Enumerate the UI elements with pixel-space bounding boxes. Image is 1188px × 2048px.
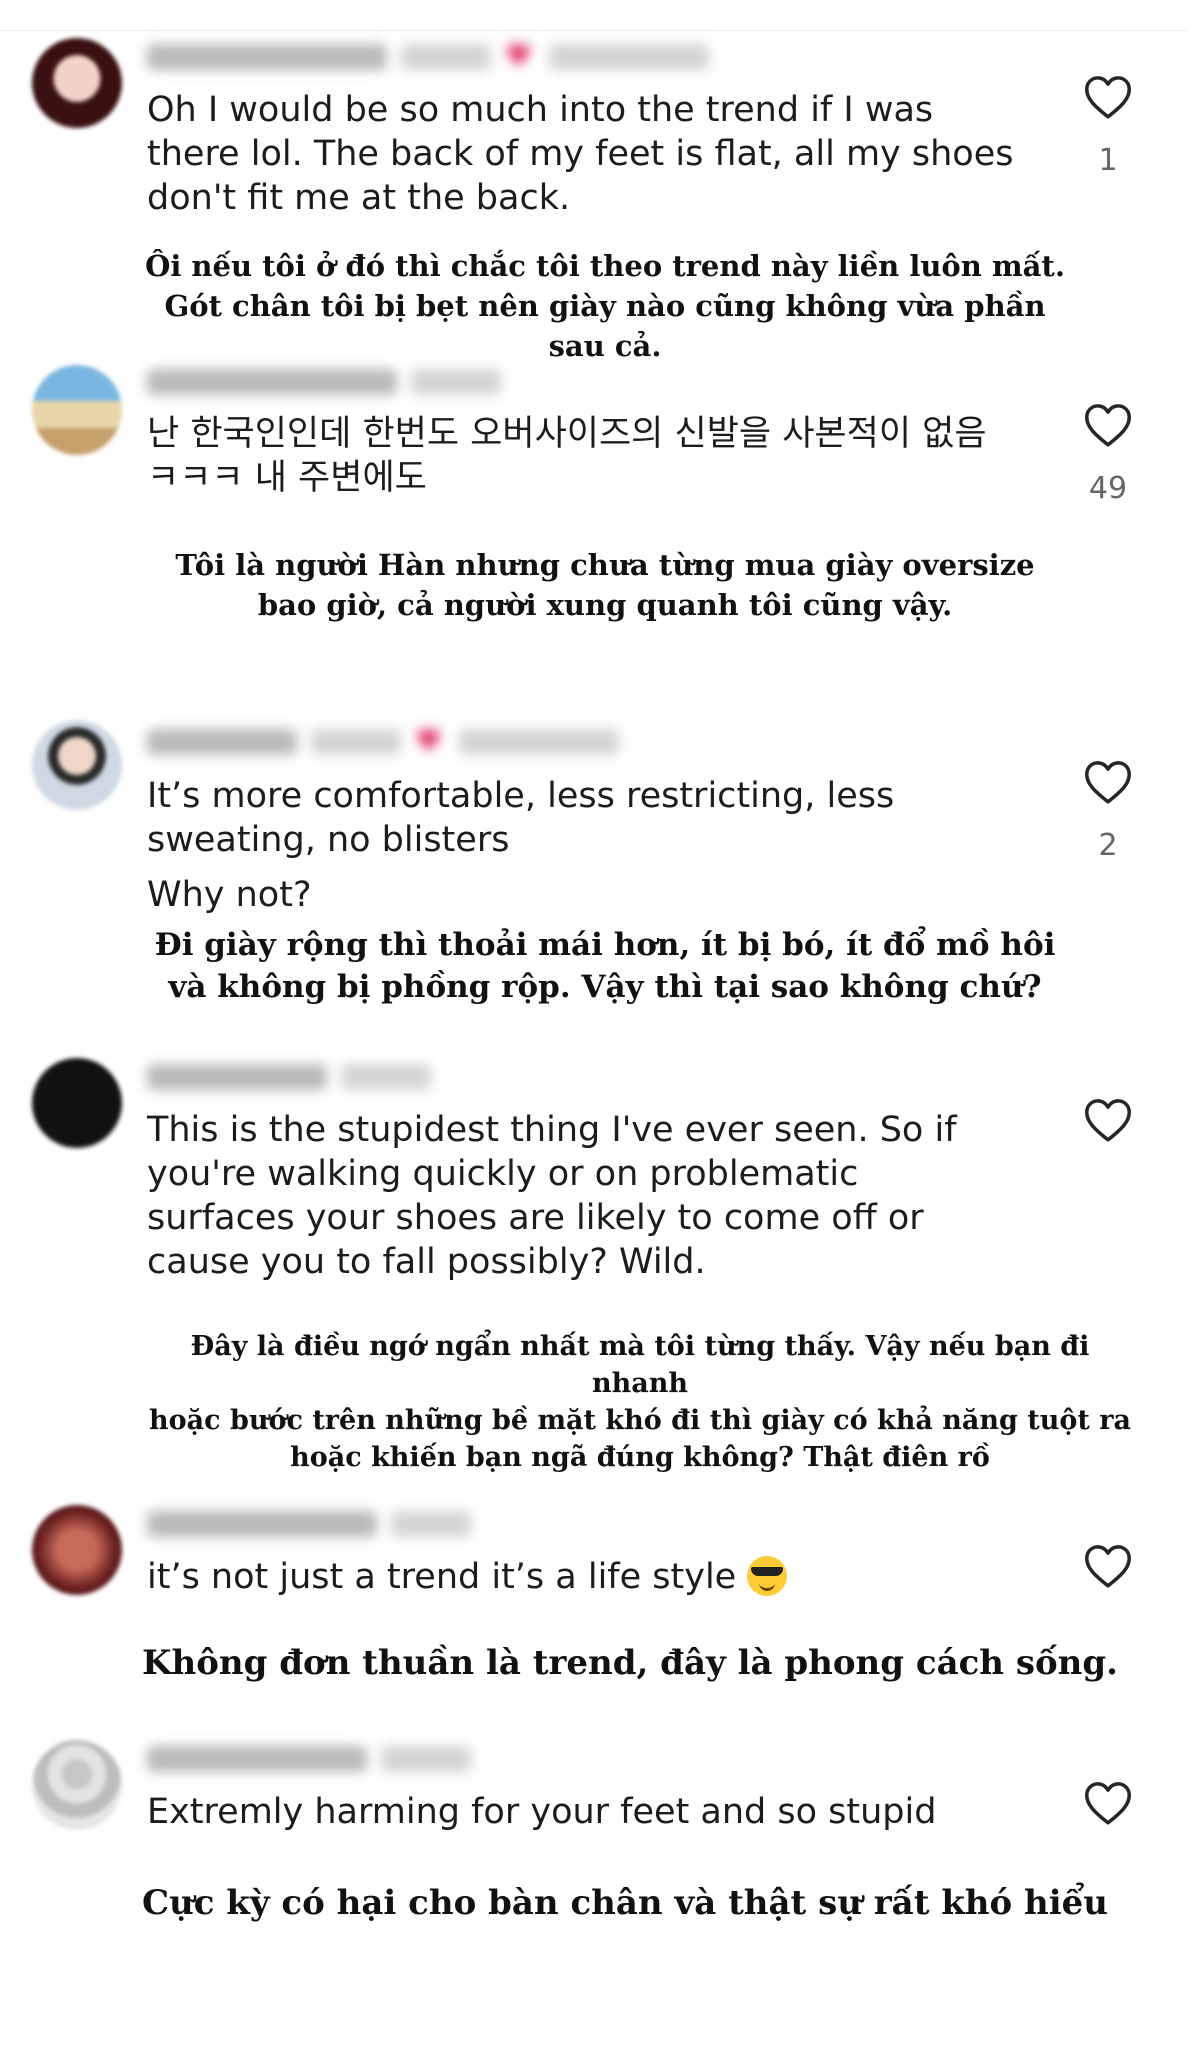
comment-text-line-2: Why not?	[147, 875, 312, 915]
like-heart-icon[interactable]	[1083, 1780, 1133, 1826]
comment-meta-blurred: ♥	[147, 725, 619, 759]
comment-text: Oh I would be so much into the trend if …	[147, 90, 1014, 218]
comment-meta-blurred: ♥	[147, 40, 709, 74]
comment-text: It’s more comfortable, less restricting,…	[147, 776, 895, 860]
translation-text: Đi giày rộng thì thoải mái hơn, ít bị bó…	[154, 927, 1056, 1005]
like-count: 49	[1088, 471, 1128, 506]
translation-text: Không đơn thuần là trend, đây là phong c…	[141, 1643, 1119, 1683]
comment-meta-blurred	[147, 1060, 431, 1094]
avatar[interactable]	[32, 1740, 122, 1830]
creator-liked-heart-icon: ♥	[415, 724, 442, 759]
comment-text-content: it’s not just a trend it’s a life style	[147, 1557, 737, 1597]
translation-text: Tôi là người Hàn nhưng chưa từng mua già…	[175, 548, 1035, 622]
like-heart-icon[interactable]	[1083, 1097, 1133, 1143]
avatar[interactable]	[32, 720, 122, 810]
avatar[interactable]	[32, 1058, 122, 1148]
comment-text: Extremly harming for your feet and so st…	[147, 1792, 937, 1832]
like-heart-icon[interactable]	[1083, 74, 1133, 120]
comment-meta-blurred	[147, 1507, 471, 1541]
comment-meta-blurred	[147, 365, 501, 399]
avatar[interactable]	[32, 38, 122, 128]
translation-text: Đây là điều ngớ ngẩn nhất mà tôi từng th…	[148, 1331, 1131, 1473]
comment-text: 난 한국인인데 한번도 오버사이즈의 신발을 사본적이 없음 ㅋㅋㅋ 내 주변에…	[147, 414, 987, 498]
like-heart-icon[interactable]	[1083, 1543, 1133, 1589]
like-count: 1	[1098, 143, 1118, 178]
like-heart-icon[interactable]	[1083, 759, 1133, 805]
creator-liked-heart-icon: ♥	[505, 39, 532, 74]
comment-meta-blurred	[147, 1742, 471, 1776]
like-count: 2	[1098, 828, 1118, 863]
avatar[interactable]	[32, 1505, 122, 1595]
like-heart-icon[interactable]	[1083, 402, 1133, 448]
sunglasses-emoji-icon	[747, 1556, 788, 1596]
avatar[interactable]	[32, 365, 122, 455]
comment-text: it’s not just a trend it’s a life style	[147, 1555, 788, 1599]
top-divider	[0, 30, 1188, 31]
translation-text: Ôi nếu tôi ở đó thì chắc tôi theo trend …	[145, 249, 1065, 363]
comment-text: This is the stupidest thing I've ever se…	[147, 1110, 957, 1282]
translation-text: Cực kỳ có hại cho bàn chân và thật sự rấ…	[141, 1883, 1109, 1923]
